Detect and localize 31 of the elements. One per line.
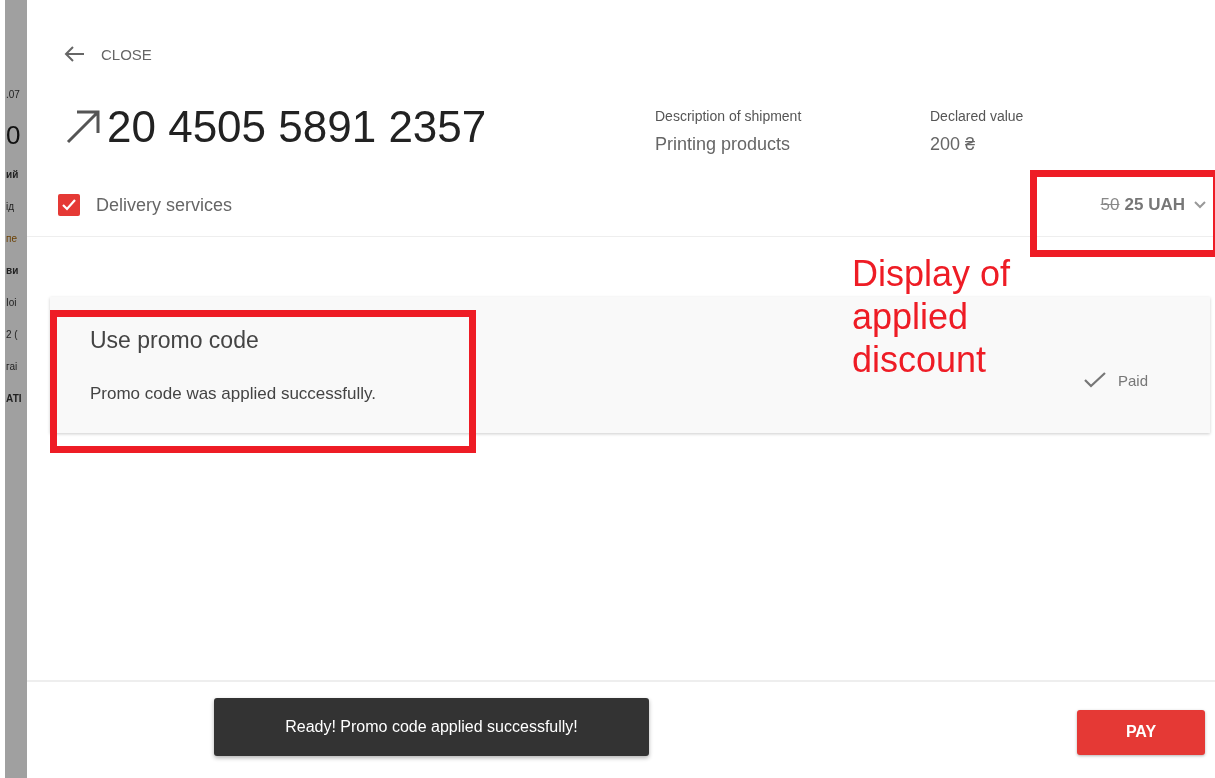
toast-message: Ready! Promo code applied successfully! xyxy=(214,698,649,756)
check-icon xyxy=(1083,372,1106,388)
tracking-number: 20 4505 5891 2357 xyxy=(107,102,487,152)
annotation-note: Display of applied discount xyxy=(852,252,1012,381)
delivery-checkbox[interactable] xyxy=(58,194,80,216)
background-text: Іоі xyxy=(6,298,17,308)
promo-title: Use promo code xyxy=(90,326,260,354)
background-text: 0 xyxy=(6,122,21,148)
background-text: .07 xyxy=(6,90,20,100)
chevron-down-icon[interactable] xyxy=(1193,200,1207,210)
outgoing-arrow-icon xyxy=(65,109,101,145)
background-text: 2 ( xyxy=(6,330,18,340)
info-label: Description of shipment xyxy=(655,108,803,124)
close-button[interactable]: CLOSE xyxy=(101,45,152,63)
info-label: Declared value xyxy=(930,108,1025,124)
paid-status: Paid xyxy=(1117,371,1148,389)
background-text: ід xyxy=(6,202,15,212)
delivery-label: Delivery services xyxy=(96,194,234,216)
checkmark-icon xyxy=(62,199,76,211)
background-text: АТІ xyxy=(6,394,22,404)
background-text: пе xyxy=(6,234,17,244)
background-text: ви xyxy=(6,266,19,276)
back-arrow-icon[interactable] xyxy=(63,45,85,63)
promo-message: Promo code was applied successfully. xyxy=(90,383,377,404)
background-text: гаі xyxy=(6,362,18,372)
old-price: 50 xyxy=(1100,195,1120,215)
info-value: Printing products xyxy=(655,134,792,155)
background-text: ий xyxy=(6,170,19,180)
discounted-price: 25 UAH xyxy=(1124,195,1185,215)
info-value: 200 ₴ xyxy=(930,134,977,155)
pay-button[interactable]: PAY xyxy=(1077,709,1205,755)
